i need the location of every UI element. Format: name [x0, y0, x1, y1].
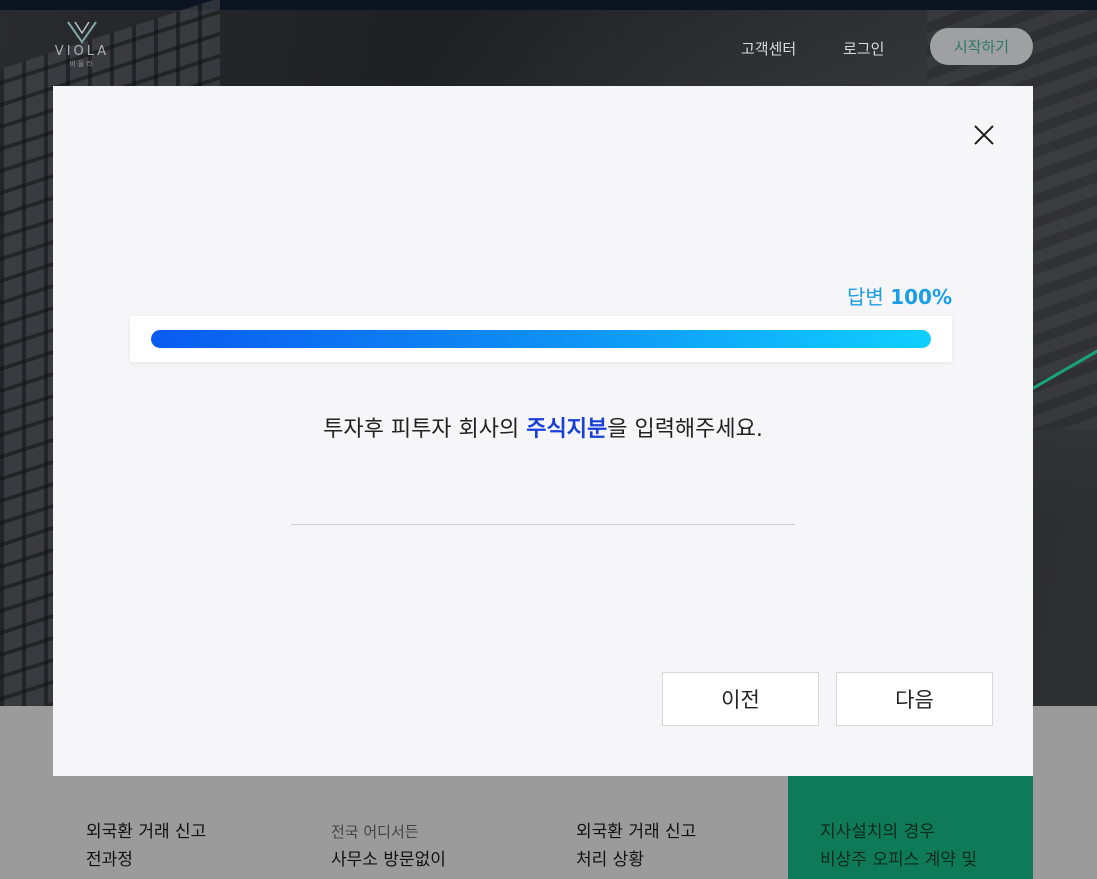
feature-line2: 처리 상황 [576, 850, 644, 870]
feature-line1: 사무소 방문없이 [331, 850, 446, 870]
start-button[interactable]: 시작하기 [930, 28, 1033, 65]
feature-line2: 비상주 오피스 계약 및 [820, 850, 977, 870]
feature-item: 외국환 거래 신고 처리 상황 [576, 818, 696, 874]
progress-fill [151, 330, 931, 348]
question-highlight: 주식지분 [526, 417, 608, 442]
close-icon[interactable] [971, 122, 997, 148]
top-bar [0, 0, 1097, 10]
logo-text: VIOLA [54, 44, 110, 59]
progress-bar [151, 330, 931, 348]
feature-line1: 지사설치의 경우 [820, 822, 935, 842]
survey-modal: 답변 100% 투자후 피투자 회사의 주식지분을 입력해주세요. 이전 다음 [53, 86, 1033, 776]
feature-item: 외국환 거래 신고 전과정 [86, 818, 206, 874]
question-text: 투자후 피투자 회사의 주식지분을 입력해주세요. [53, 411, 1033, 443]
question-after: 을 입력해주세요. [607, 417, 763, 442]
viola-logo[interactable]: VIOLA 비올라 [52, 20, 112, 69]
feature-line2: 전과정 [86, 850, 133, 870]
feature-line1: 외국환 거래 신고 [86, 822, 207, 842]
viola-logo-icon [67, 21, 97, 44]
question-before: 투자후 피투자 회사의 [323, 417, 527, 442]
nav-login-link[interactable]: 로그인 [843, 38, 884, 59]
answer-input[interactable] [291, 486, 795, 525]
next-button[interactable]: 다음 [836, 672, 993, 726]
site-header: VIOLA 비올라 고객센터 로그인 시작하기 [0, 10, 1097, 80]
logo-subtext: 비올라 [69, 60, 95, 68]
nav-support-link[interactable]: 고객센터 [741, 38, 796, 59]
progress-label: 답변 100% [847, 281, 952, 310]
feature-line1: 외국환 거래 신고 [576, 822, 697, 842]
feature-item: 지사설치의 경우 비상주 오피스 계약 및 [820, 818, 977, 874]
progress-card [130, 316, 952, 362]
progress-label-prefix: 답변 [847, 285, 884, 309]
feature-item: 전국 어디서든 사무소 방문없이 [331, 818, 446, 874]
prev-button[interactable]: 이전 [662, 672, 819, 726]
feature-sub: 전국 어디서든 [331, 823, 419, 841]
progress-label-value: 100% [890, 285, 952, 309]
